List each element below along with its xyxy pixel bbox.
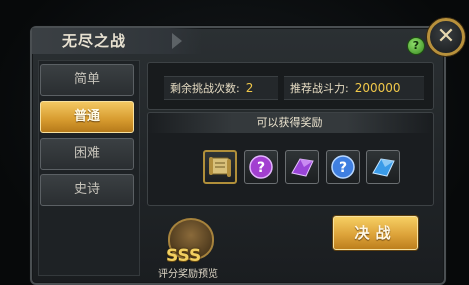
close-icon: ✕ [436,24,456,49]
scroll-icon [209,157,231,177]
reward-heading: 可以获得奖励 [147,113,432,133]
remaining-value: 2 [245,81,254,95]
reward-item-purple-orb[interactable]: ? [244,150,278,184]
tab-hard[interactable]: 困难 [40,138,134,170]
close-button[interactable]: ✕ [427,18,465,56]
svg-text:?: ? [339,160,347,176]
tab-epic[interactable]: 史诗 [40,174,134,206]
reward-item-scroll[interactable] [203,150,237,184]
fight-button[interactable]: 决战 [333,216,418,250]
power-label: 推荐战斗力: [290,82,349,95]
svg-text:?: ? [257,160,265,176]
power-value: 200000 [354,81,401,95]
recommended-power: 推荐战斗力: 200000 [284,76,424,100]
remaining-label: 剩余挑战次数: [170,82,240,95]
tab-easy[interactable]: 简单 [40,64,134,96]
reward-item-blue-orb[interactable]: ? [326,150,360,184]
purple-crystal-shard-icon [291,158,314,177]
grade-reward-preview-label: 评分奖励预览 [158,269,218,280]
reward-item-purple-crystal[interactable] [285,150,319,184]
tab-normal[interactable]: 普通 [40,101,134,133]
grade-rank: SSS [166,246,202,266]
blue-crystal-shard-icon [372,158,395,177]
dialog-title: 无尽之战 [62,32,127,50]
remaining-attempts: 剩余挑战次数: 2 [164,76,278,100]
reward-item-blue-crystal[interactable] [366,150,400,184]
blue-mystery-orb-icon: ? [331,155,355,179]
help-icon[interactable]: ? [407,37,425,55]
title-arrow-decoration [172,33,182,49]
purple-mystery-orb-icon: ? [249,155,273,179]
